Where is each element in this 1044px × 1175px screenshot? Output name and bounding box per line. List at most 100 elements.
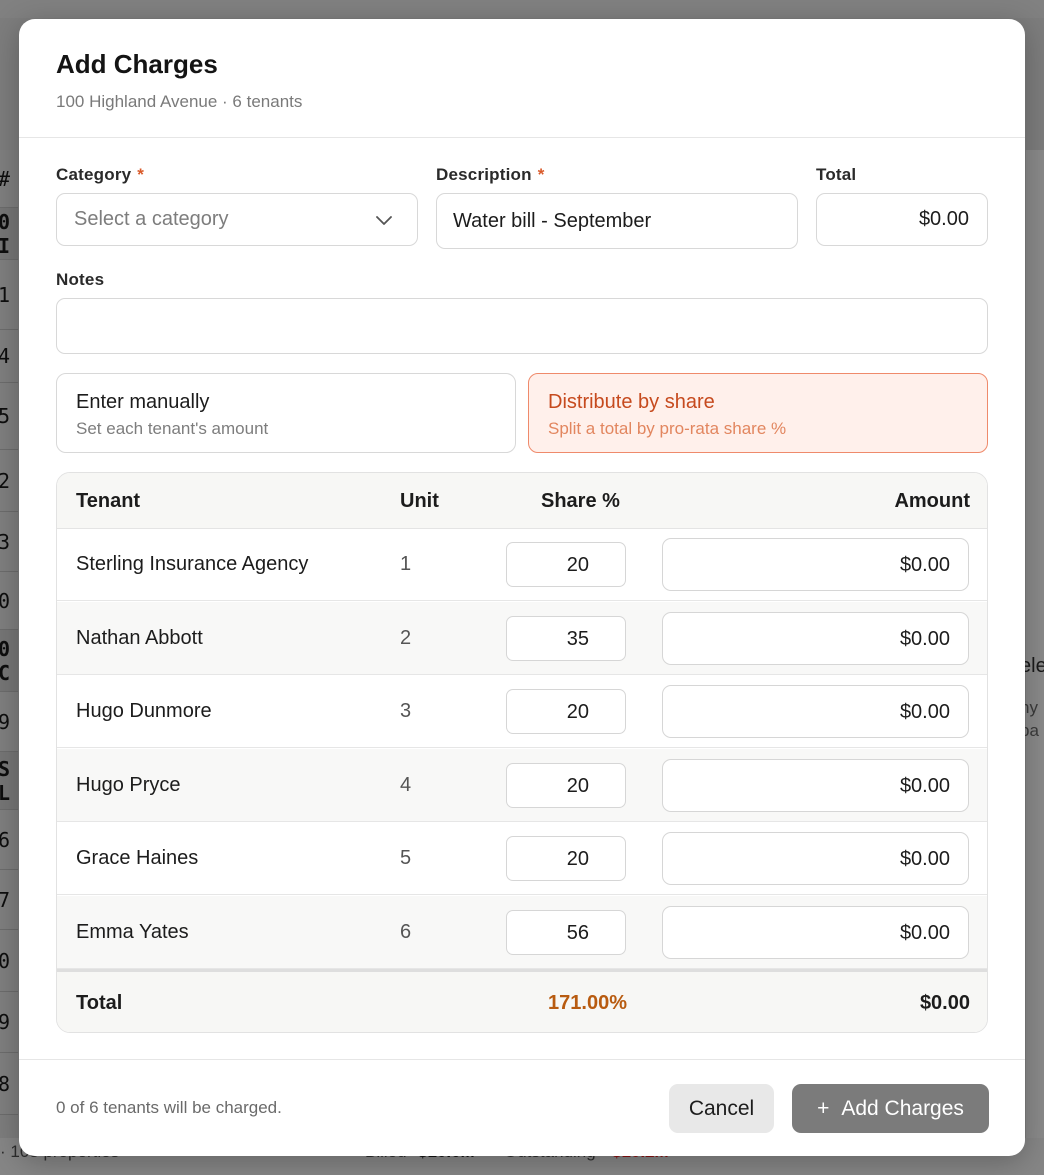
mode-share-description: Split a total by pro-rata share % bbox=[548, 419, 787, 438]
share-percent-input[interactable]: 20 bbox=[506, 689, 626, 734]
background-fragment-text: 4 bbox=[0, 344, 11, 368]
amount-input[interactable]: $0.00 bbox=[662, 832, 969, 885]
tenant-name: Grace Haines bbox=[76, 847, 199, 869]
mode-enter-manually[interactable]: Enter manually Set each tenant's amount bbox=[56, 373, 516, 453]
mode-manual-description: Set each tenant's amount bbox=[76, 419, 269, 438]
background-row-fragment: 9 bbox=[0, 992, 18, 1053]
share-percent-input[interactable]: 56 bbox=[506, 909, 626, 955]
header-unit: Unit bbox=[400, 490, 439, 512]
background-fragment-text: 0 bbox=[0, 948, 11, 973]
table-row: Nathan Abbott 2 35 $0.00 bbox=[57, 601, 987, 675]
tenant-charges-table: Tenant Unit Share % Amount Sterling Insu… bbox=[56, 472, 988, 1033]
amount-input[interactable]: $0.00 bbox=[662, 611, 969, 665]
table-header: Tenant Unit Share % Amount bbox=[57, 473, 987, 529]
background-row-fragment: # bbox=[0, 150, 18, 208]
mode-distribute-by-share[interactable]: Distribute by share Split a total by pro… bbox=[528, 373, 988, 453]
description-label: Description * bbox=[436, 165, 545, 185]
background-row-fragment: S L bbox=[0, 752, 18, 810]
table-row: Hugo Pryce 4 20 $0.00 bbox=[57, 748, 987, 822]
tenant-unit: 1 bbox=[400, 553, 412, 575]
category-select[interactable]: Select a category bbox=[56, 193, 418, 246]
description-value: Water bill - September bbox=[453, 210, 652, 232]
dialog-title: Add Charges bbox=[56, 49, 218, 79]
required-marker: * bbox=[537, 165, 545, 184]
background-fragment-text: S L bbox=[0, 756, 11, 805]
mode-share-title: Distribute by share bbox=[548, 391, 715, 413]
table-row: Grace Haines 5 20 $0.00 bbox=[57, 822, 987, 895]
background-fragment-text: 0 I bbox=[0, 209, 11, 258]
category-label: Category * bbox=[56, 165, 144, 185]
dialog-subtitle: 100 Highland Avenue · 6 tenants bbox=[56, 92, 303, 111]
add-charges-label: Add Charges bbox=[841, 1097, 964, 1120]
share-percent-input[interactable]: 20 bbox=[506, 542, 626, 587]
background-fragment-text: 1 bbox=[0, 282, 11, 307]
background-row-fragment: 0 bbox=[0, 930, 18, 992]
tenant-name: Sterling Insurance Agency bbox=[76, 553, 309, 575]
total-input[interactable]: $0.00 bbox=[816, 193, 988, 246]
footer-amount-total: $0.00 bbox=[919, 992, 970, 1014]
header-tenant: Tenant bbox=[76, 490, 141, 512]
background-fragment-text: 7 bbox=[0, 887, 11, 912]
add-charges-dialog: Add Charges 100 Highland Avenue · 6 tena… bbox=[19, 19, 1025, 1156]
background-fragment-text: 9 bbox=[0, 709, 11, 734]
amount-input[interactable]: $0.00 bbox=[662, 905, 969, 959]
background-top bbox=[0, 0, 1044, 18]
total-label: Total bbox=[816, 165, 857, 184]
background-row-fragment: 2 bbox=[0, 450, 18, 512]
required-marker: * bbox=[137, 165, 145, 184]
notes-label: Notes bbox=[56, 270, 105, 289]
background-fragment-text: # bbox=[0, 167, 10, 191]
share-percent-input[interactable]: 35 bbox=[506, 615, 626, 661]
total-value: $0.00 bbox=[918, 208, 969, 230]
notes-input[interactable] bbox=[56, 298, 988, 354]
tenant-name: Nathan Abbott bbox=[76, 626, 203, 649]
background-row-fragment: 9 bbox=[0, 692, 18, 752]
category-placeholder: Select a category bbox=[74, 208, 229, 230]
header-share: Share % bbox=[541, 490, 620, 512]
description-input[interactable]: Water bill - September bbox=[436, 193, 798, 249]
amount-input[interactable]: $0.00 bbox=[662, 758, 969, 812]
background-row-fragment: 0 C bbox=[0, 630, 18, 692]
table-row: Emma Yates 6 56 $0.00 bbox=[57, 895, 987, 969]
tenant-unit: 3 bbox=[400, 700, 412, 722]
background-row-fragment: 1 bbox=[0, 260, 18, 330]
tenant-unit: 6 bbox=[400, 920, 412, 943]
charge-count-note: 0 of 6 tenants will be charged. bbox=[56, 1098, 282, 1117]
tenant-name: Emma Yates bbox=[76, 920, 189, 943]
tenant-name: Hugo Dunmore bbox=[76, 700, 212, 722]
tenant-unit: 2 bbox=[400, 626, 412, 649]
background-row-fragment: 6 bbox=[0, 810, 18, 870]
table-footer: Total 171.00% $0.00 bbox=[57, 969, 987, 1032]
amount-input[interactable]: $0.00 bbox=[662, 538, 969, 591]
footer-share-total: 171.00% bbox=[548, 992, 627, 1014]
mode-manual-title: Enter manually bbox=[76, 391, 210, 413]
table-row: Sterling Insurance Agency 1 20 $0.00 bbox=[57, 528, 987, 601]
background-row-fragment: 8 bbox=[0, 1053, 18, 1115]
tenant-unit: 5 bbox=[400, 847, 412, 869]
background-fragment-text: 0 bbox=[0, 588, 11, 613]
chevron-down-icon bbox=[376, 216, 392, 225]
background-fragment-text: 9 bbox=[0, 1010, 11, 1034]
plus-icon: + bbox=[817, 1097, 830, 1120]
category-label-text: Category bbox=[56, 165, 132, 184]
background-row-fragment: 3 bbox=[0, 512, 18, 572]
cancel-button[interactable]: Cancel bbox=[669, 1084, 774, 1133]
background-row-fragment: 5 bbox=[0, 383, 18, 450]
share-percent-input[interactable]: 20 bbox=[506, 762, 626, 808]
background-fragment-text: 6 bbox=[0, 827, 11, 852]
dialog-header: Add Charges 100 Highland Avenue · 6 tena… bbox=[19, 19, 1025, 138]
background-fragment-text: 8 bbox=[0, 1071, 11, 1096]
background-right-panel: ele ny pa bbox=[1020, 150, 1044, 1175]
background-fragment-text: 5 bbox=[0, 404, 11, 428]
background-row-fragment: 7 bbox=[0, 870, 18, 930]
share-percent-input[interactable]: 20 bbox=[506, 836, 626, 881]
amount-input[interactable]: $0.00 bbox=[662, 685, 969, 738]
description-label-text: Description bbox=[436, 165, 532, 184]
add-charges-button[interactable]: + Add Charges bbox=[792, 1084, 989, 1133]
background-fragment-text: 2 bbox=[0, 468, 11, 493]
footer-total-label: Total bbox=[76, 992, 123, 1014]
table-row: Hugo Dunmore 3 20 $0.00 bbox=[57, 675, 987, 748]
background-row-fragment: 0 bbox=[0, 572, 18, 630]
background-row-fragment: 4 bbox=[0, 330, 18, 383]
background-fragment-text: 3 bbox=[0, 529, 11, 554]
